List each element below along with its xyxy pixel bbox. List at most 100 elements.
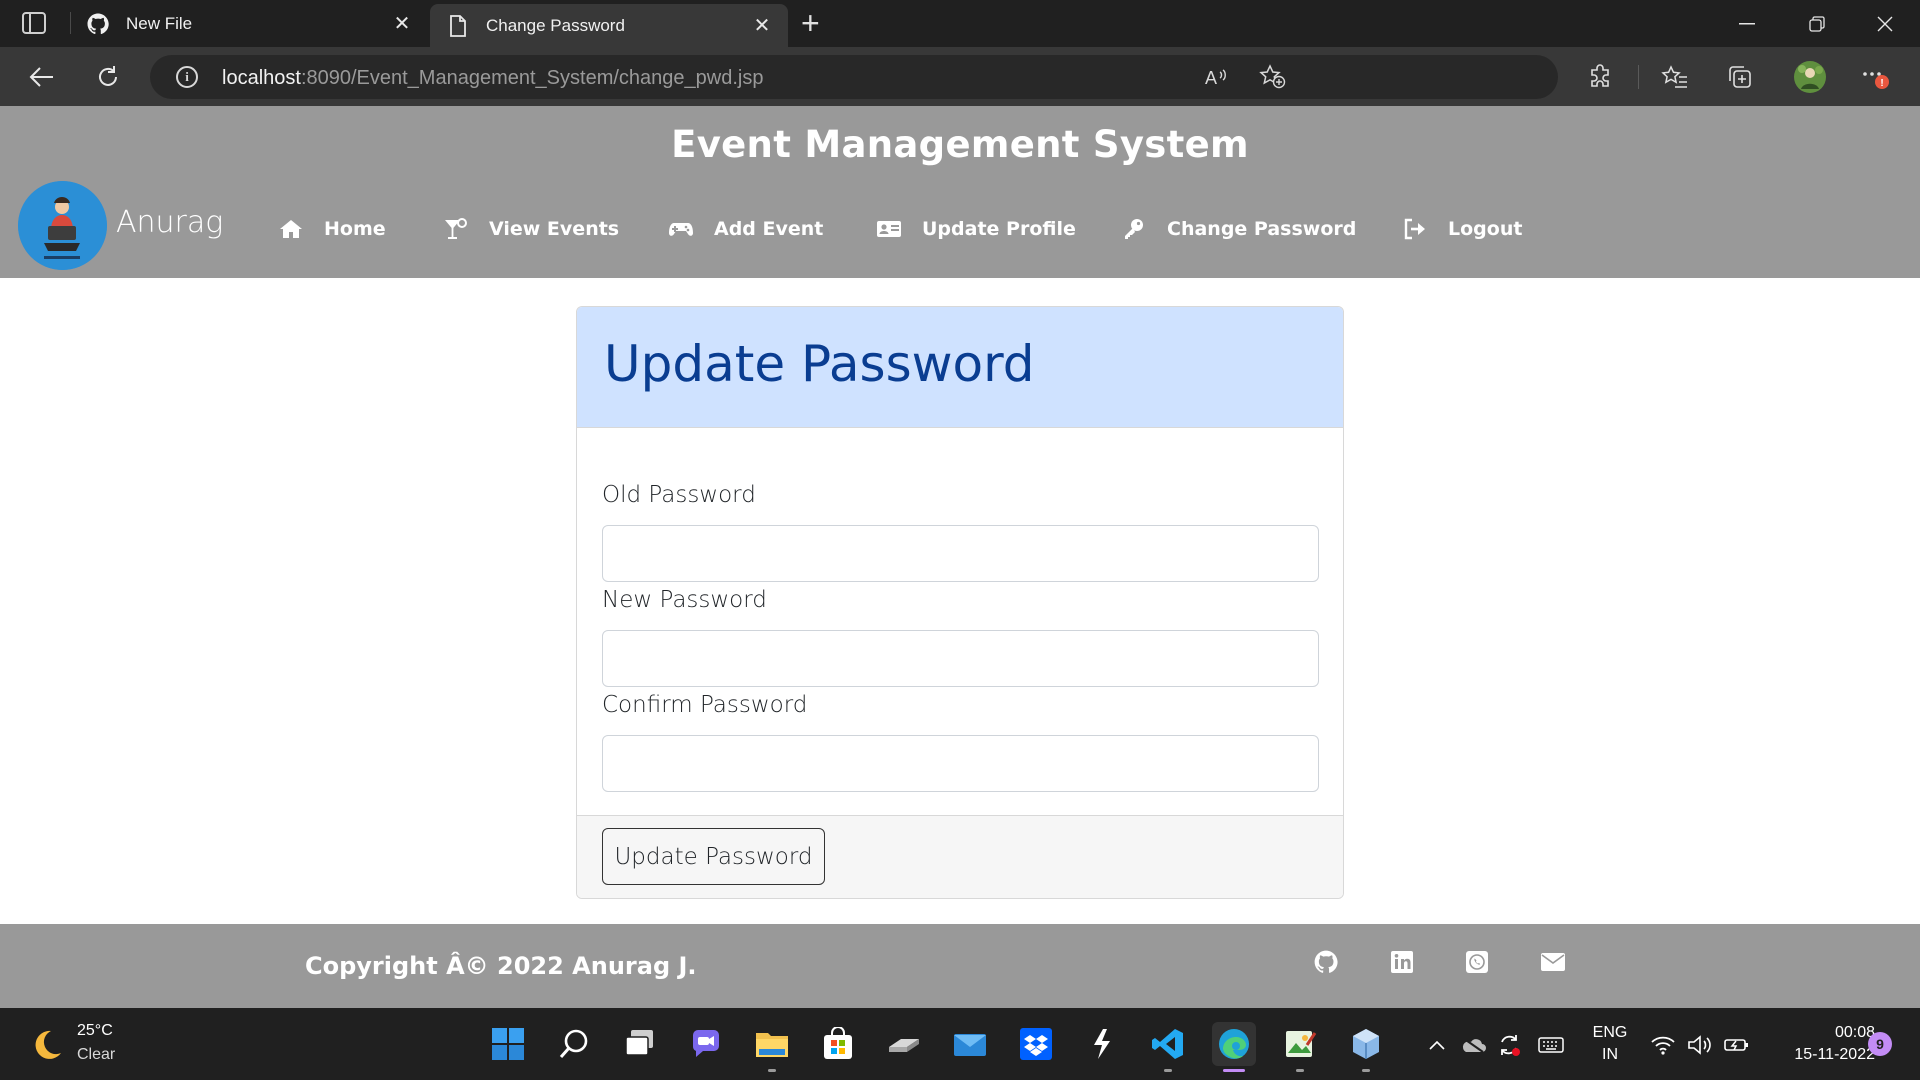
update-password-card: Update Password Old Password New Passwor… [576,306,1344,899]
minimize-icon[interactable] [1712,0,1782,47]
clock-date: 15-11-2022 [1794,1046,1875,1063]
envelope-icon[interactable] [1539,948,1567,976]
update-password-button[interactable]: Update Password [602,828,825,885]
close-tab-icon[interactable]: ✕ [752,16,772,36]
user-name: Anurag [116,205,224,240]
region-code: IN [1602,1046,1618,1063]
key-icon [1121,216,1147,242]
keyboard-icon[interactable] [1538,1032,1564,1058]
site-footer: Copyright Â© 2022 Anurag J. [0,924,1920,1008]
weather-temperature: 25°C [77,1022,113,1039]
old-password-label: Old Password [602,482,756,508]
browser-address-bar: i localhost:8090/Event_Management_System… [0,47,1920,106]
language-code: ENG [1592,1024,1628,1041]
confirm-password-field[interactable] [602,735,1319,792]
tab-title: Change Password [486,15,625,35]
cocktail-icon [443,216,469,242]
whatsapp-icon[interactable] [1463,948,1491,976]
new-password-label: New Password [602,587,767,613]
svg-text:!: ! [1880,78,1883,89]
site-header: Event Management System Anurag Home View… [0,106,1920,278]
running-indicator [1296,1069,1304,1072]
drive-app-icon[interactable] [882,1022,926,1066]
onedrive-icon[interactable] [1460,1032,1486,1058]
nav-label: Add Event [714,218,824,240]
teams-chat-icon[interactable] [684,1022,728,1066]
weather-description: Clear [77,1046,116,1063]
close-tab-icon[interactable]: ✕ [392,14,412,34]
favorites-icon[interactable] [1660,62,1690,92]
back-arrow-icon[interactable] [24,59,60,95]
vscode-icon[interactable] [1146,1022,1190,1072]
new-tab-button[interactable]: + [801,7,820,39]
language-indicator[interactable]: ENG IN [1590,1022,1630,1066]
dropbox-icon[interactable] [1014,1022,1058,1066]
start-icon[interactable] [486,1022,530,1066]
github-icon[interactable] [1312,948,1340,976]
user-avatar[interactable] [18,181,107,270]
card-title: Update Password [604,335,1035,393]
nav-change-password[interactable]: Change Password [1121,214,1356,244]
system-clock[interactable]: 00:08 15-11-2022 [1765,1022,1875,1066]
logout-icon [1402,216,1428,242]
image-editor-icon[interactable] [1278,1022,1322,1072]
battery-icon[interactable] [1724,1032,1750,1058]
task-view-icon[interactable] [618,1022,662,1066]
nav-label: Update Profile [922,218,1076,240]
refresh-icon[interactable] [90,59,126,95]
nav-label: Home [324,218,386,240]
nav-label: Logout [1448,218,1523,240]
nav-logout[interactable]: Logout [1402,214,1522,244]
site-title: Event Management System [671,123,1249,166]
active-indicator [1223,1069,1245,1072]
linkedin-icon[interactable] [1388,948,1416,976]
nav-add-event[interactable]: Add Event [668,214,823,244]
gamepad-icon [668,216,694,242]
site-info-icon[interactable]: i [176,66,198,88]
moon-icon[interactable] [30,1028,64,1062]
profile-avatar[interactable] [1792,59,1828,95]
tab-new-file[interactable]: New File ✕ [70,0,428,47]
restore-icon[interactable] [1782,0,1852,47]
collections-icon[interactable] [1725,62,1755,92]
github-icon [86,12,110,36]
url-host: localhost [222,67,301,89]
tab-title: New File [126,13,193,33]
file-explorer-icon[interactable] [750,1022,794,1072]
read-aloud-icon[interactable]: A [1201,62,1231,92]
copyright-text: Copyright Â© 2022 Anurag J. [305,952,697,980]
extensions-icon[interactable] [1585,62,1615,92]
chevron-up-icon[interactable] [1424,1032,1450,1058]
app-launcher-icon[interactable] [1080,1022,1124,1066]
home-icon [278,216,304,242]
more-options-icon[interactable]: ! [1860,62,1890,92]
mail-icon[interactable] [948,1022,992,1066]
clock-time: 00:08 [1834,1024,1875,1041]
page-icon [446,14,470,38]
nav-update-profile[interactable]: Update Profile [876,214,1076,244]
sync-icon[interactable] [1496,1032,1522,1058]
windows-taskbar: 25°C Clear ENG IN 00:08 15-11-2022 9 [0,1008,1920,1080]
id-card-icon [876,216,902,242]
nav-view-events[interactable]: View Events [443,214,619,244]
close-window-icon[interactable] [1850,0,1920,47]
new-password-field[interactable] [602,630,1319,687]
old-password-field[interactable] [602,525,1319,582]
running-indicator [768,1069,776,1072]
nav-home[interactable]: Home [278,214,386,244]
running-indicator [1362,1069,1370,1072]
tab-change-password[interactable]: Change Password ✕ [430,4,788,47]
nav-label: View Events [489,218,620,240]
url-text[interactable]: localhost:8090/Event_Management_System/c… [222,67,763,90]
tab-actions-icon[interactable] [22,12,46,34]
notification-badge[interactable]: 9 [1868,1032,1892,1056]
microsoft-store-icon[interactable] [816,1022,860,1066]
volume-icon[interactable] [1687,1032,1713,1058]
toolbar-separator [1638,65,1639,89]
wifi-icon[interactable] [1650,1032,1676,1058]
edge-browser-icon[interactable] [1212,1022,1256,1072]
search-icon[interactable] [552,1022,596,1066]
url-field[interactable]: i localhost:8090/Event_Management_System… [150,55,1558,99]
virtualbox-icon[interactable] [1344,1022,1388,1072]
add-favorite-icon[interactable] [1258,62,1288,92]
